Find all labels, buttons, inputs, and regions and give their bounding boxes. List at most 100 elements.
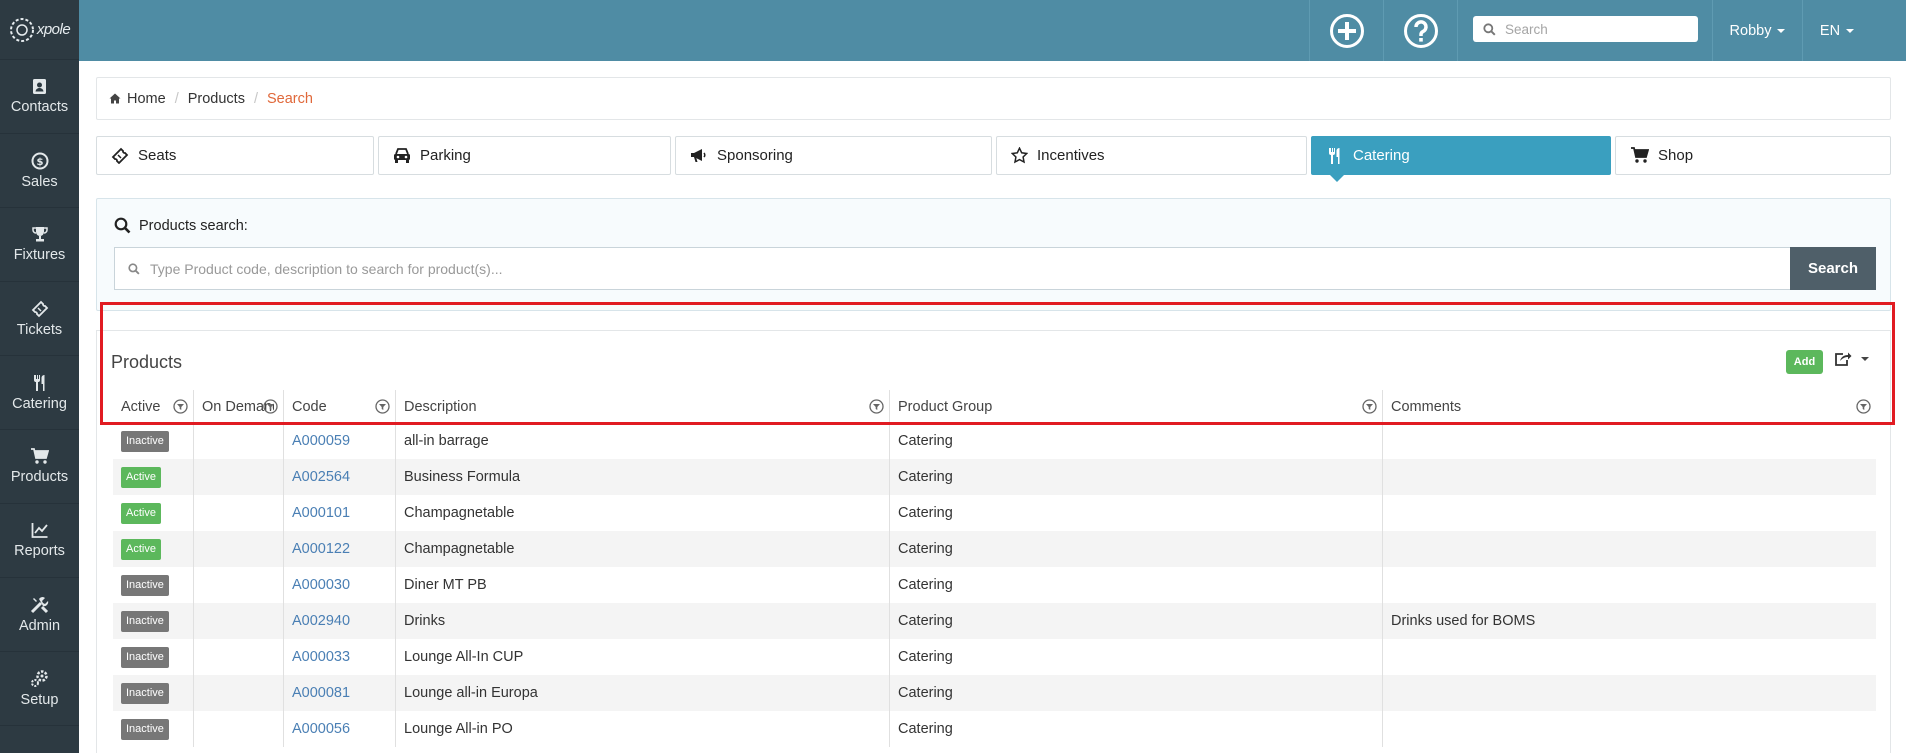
status-badge: Inactive xyxy=(121,646,169,668)
breadcrumb-home[interactable]: Home xyxy=(127,91,166,107)
sidebar-item-sales[interactable]: $ Sales xyxy=(0,134,79,208)
column-code[interactable]: Code xyxy=(283,390,395,423)
cell-on-demand xyxy=(193,567,283,603)
cell-description: Champagnetable xyxy=(395,495,889,531)
table-body: Inactive A000059 all-in barrage Catering Act… xyxy=(113,423,1876,747)
cell-active: Inactive xyxy=(113,423,193,459)
top-search-box[interactable] xyxy=(1473,16,1698,42)
cell-product-group: Catering xyxy=(889,495,1382,531)
product-code-link[interactable]: A000059 xyxy=(292,433,350,449)
ticket-icon xyxy=(31,300,48,317)
sidebar-item-admin[interactable]: Admin xyxy=(0,578,79,652)
product-code-link[interactable]: A000030 xyxy=(292,577,350,593)
product-code-link[interactable]: A000101 xyxy=(292,505,350,521)
add-button[interactable]: Add xyxy=(1786,350,1823,374)
search-button[interactable]: Search xyxy=(1790,247,1876,290)
table-row[interactable]: Active A000101 Champagnetable Catering xyxy=(113,495,1876,531)
breadcrumb-products[interactable]: Products xyxy=(188,91,245,107)
language-code: EN xyxy=(1819,22,1841,39)
filter-icon[interactable] xyxy=(173,399,188,414)
sidebar-item-label: Reports xyxy=(14,543,65,559)
column-description[interactable]: Description xyxy=(395,390,889,423)
table-row[interactable]: Inactive A000056 Lounge All-in PO Catering xyxy=(113,711,1876,747)
cell-code: A000059 xyxy=(283,423,395,459)
filter-icon[interactable] xyxy=(375,399,390,414)
sidebar-item-reports[interactable]: Reports xyxy=(0,504,79,578)
tab-sponsoring[interactable]: Sponsoring xyxy=(675,136,992,175)
sidebar-item-catering[interactable]: Catering xyxy=(0,356,79,430)
filter-icon[interactable] xyxy=(869,399,884,414)
column-product-group[interactable]: Product Group xyxy=(889,390,1382,423)
tab-seats[interactable]: Seats xyxy=(96,136,374,175)
filter-icon[interactable] xyxy=(263,399,278,414)
column-on-demand[interactable]: On Demand xyxy=(193,390,283,423)
table-row[interactable]: Inactive A002940 Drinks Catering Drinks used… xyxy=(113,603,1876,639)
table-row[interactable]: Inactive A000081 Lounge all-in Europa Cater… xyxy=(113,675,1876,711)
cell-active: Inactive xyxy=(113,639,193,675)
table-row[interactable]: Inactive A000059 all-in barrage Catering xyxy=(113,423,1876,459)
product-code-link[interactable]: A002940 xyxy=(292,613,350,629)
products-title: Products xyxy=(111,352,183,372)
sidebar-item-products[interactable]: Products xyxy=(0,430,79,504)
cell-comments xyxy=(1382,567,1876,603)
product-code-link[interactable]: A002564 xyxy=(292,469,350,485)
tab-incentives[interactable]: Incentives xyxy=(996,136,1307,175)
tab-label: Parking xyxy=(420,147,471,164)
cell-code: A002940 xyxy=(283,603,395,639)
table-row[interactable]: Inactive A000030 Diner MT PB Catering xyxy=(113,567,1876,603)
sidebar-item-label: Contacts xyxy=(10,99,69,115)
export-button[interactable] xyxy=(1834,351,1869,366)
column-active[interactable]: Active xyxy=(113,390,193,423)
sidebar-item-setup[interactable]: Setup xyxy=(0,652,79,726)
cell-code: A000056 xyxy=(283,711,395,747)
filter-icon[interactable] xyxy=(1856,399,1871,414)
sidebar-item-fixtures[interactable]: Fixtures xyxy=(0,208,79,282)
cell-product-group: Catering xyxy=(889,675,1382,711)
product-search-input[interactable] xyxy=(150,260,1750,277)
tools-icon xyxy=(30,596,48,613)
products-search-title: Products search: xyxy=(114,217,248,234)
help-button[interactable] xyxy=(1383,0,1457,61)
cell-on-demand xyxy=(193,603,283,639)
language-menu[interactable]: EN xyxy=(1802,0,1871,61)
quick-add-button[interactable] xyxy=(1309,0,1383,61)
product-code-link[interactable]: A000056 xyxy=(292,721,350,737)
filter-icon[interactable] xyxy=(1362,399,1377,414)
cell-description: all-in barrage xyxy=(395,423,889,459)
breadcrumb-current: Search xyxy=(266,90,313,107)
tab-label: Shop xyxy=(1658,147,1694,164)
cell-product-group: Catering xyxy=(889,459,1382,495)
sidebar-item-label: Products xyxy=(10,469,69,485)
star-icon xyxy=(1011,147,1028,164)
product-code-link[interactable]: A000081 xyxy=(292,685,350,701)
cell-comments xyxy=(1382,495,1876,531)
cell-description: Champagnetable xyxy=(395,531,889,567)
logo-text: xpole xyxy=(36,21,71,38)
top-bar: Robby EN xyxy=(79,0,1906,61)
trophy-icon xyxy=(31,227,48,242)
user-name: Robby xyxy=(1729,22,1772,39)
tab-shop[interactable]: Shop xyxy=(1615,136,1891,175)
car-icon xyxy=(394,148,410,163)
user-menu[interactable]: Robby xyxy=(1712,0,1802,61)
table-row[interactable]: Inactive A000033 Lounge All-In CUP Catering xyxy=(113,639,1876,675)
cell-comments xyxy=(1382,531,1876,567)
cart-icon xyxy=(31,448,49,464)
top-search-input[interactable] xyxy=(1505,21,1685,37)
product-code-link[interactable]: A000033 xyxy=(292,649,350,665)
column-comments[interactable]: Comments xyxy=(1382,390,1876,423)
cell-on-demand xyxy=(193,531,283,567)
table-row[interactable]: Active A002564 Business Formula Catering xyxy=(113,459,1876,495)
app-logo[interactable]: xpole xyxy=(0,0,79,60)
tab-parking[interactable]: Parking xyxy=(378,136,671,175)
sidebar-item-label: Setup xyxy=(20,691,59,708)
table-row[interactable]: Active A000122 Champagnetable Catering xyxy=(113,531,1876,567)
cell-description: Diner MT PB xyxy=(395,567,889,603)
cell-on-demand xyxy=(193,711,283,747)
cell-active: Inactive xyxy=(113,675,193,711)
product-search-box[interactable] xyxy=(114,247,1790,290)
sidebar-item-tickets[interactable]: Tickets xyxy=(0,282,79,356)
tab-catering[interactable]: Catering xyxy=(1311,136,1611,182)
product-code-link[interactable]: A000122 xyxy=(292,541,350,557)
sidebar-item-contacts[interactable]: Contacts xyxy=(0,60,79,134)
